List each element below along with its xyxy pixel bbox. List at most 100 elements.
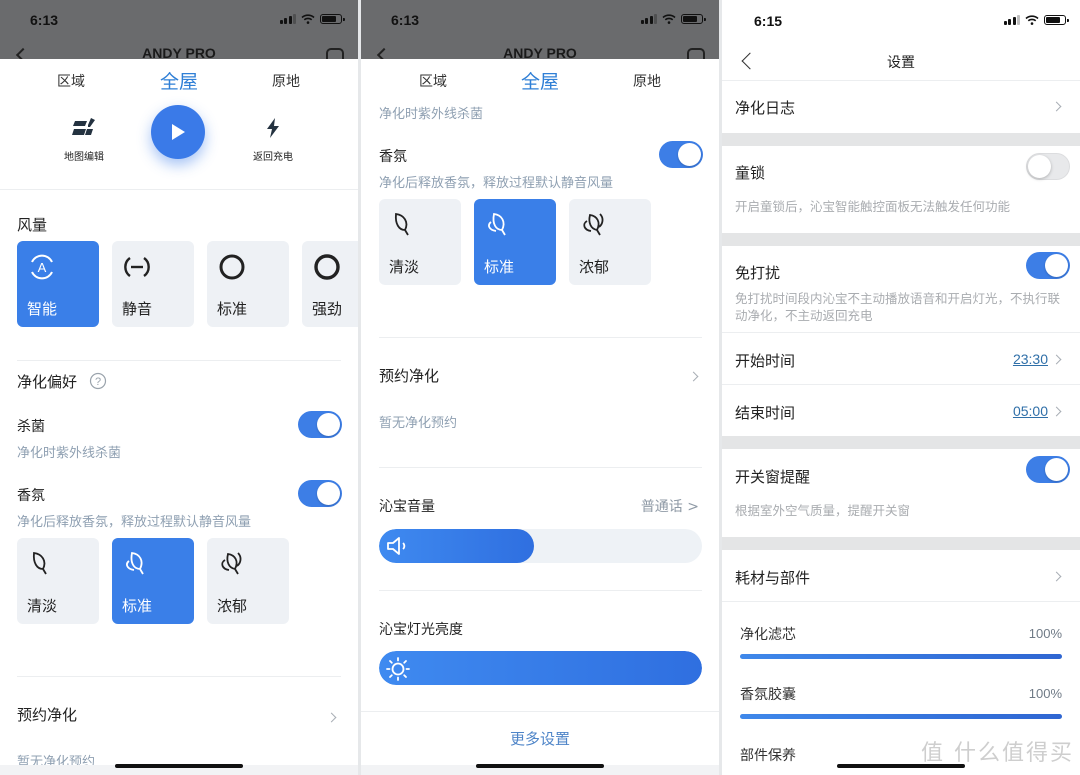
fragrance-level-standard[interactable]: 标准 (112, 538, 194, 624)
divider (722, 601, 1080, 602)
status-icons (640, 14, 706, 24)
maintenance-name: 部件保养 (740, 748, 796, 764)
svg-text:A: A (38, 260, 47, 275)
fragrance-levels: 清淡 标准 浓郁 (17, 538, 289, 624)
speaker-icon (387, 537, 406, 555)
divider (17, 360, 341, 361)
window-reminder-title: 开关窗提醒 (735, 468, 811, 486)
fragrance-title: 香氛 (379, 149, 407, 165)
wifi-icon (662, 14, 676, 24)
tab-in-place[interactable]: 原地 (272, 71, 300, 91)
map-edit-button[interactable]: 地图编辑 (49, 117, 119, 164)
recharge-button[interactable]: 返回充电 (238, 117, 308, 164)
tab-zone[interactable]: 区域 (419, 71, 447, 91)
tab-zone[interactable]: 区域 (57, 71, 85, 91)
chevron-right-icon (326, 712, 337, 723)
schedule-row[interactable]: 预约净化 (17, 704, 77, 725)
silent-icon (124, 257, 150, 277)
leaf-light-icon (32, 551, 47, 575)
divider (722, 80, 1080, 81)
fan-option-label: 强劲 (312, 300, 343, 318)
start-time-value[interactable]: 23:30 (1013, 351, 1048, 367)
wifi-icon (301, 14, 315, 24)
fragrance-toggle[interactable] (298, 480, 342, 507)
section-gap (722, 537, 1080, 550)
brightness-slider-fill (379, 651, 702, 685)
panel-settings: 6:15 设置 净化日志 童锁 开启童锁后，沁宝智能触控面板无法触发任何功能 免… (722, 0, 1080, 775)
chevron-right-icon (1051, 406, 1062, 417)
dnd-toggle[interactable] (1026, 252, 1070, 279)
leaf-rich-icon (583, 213, 604, 236)
fragrance-level-label: 标准 (484, 258, 515, 276)
divider (379, 590, 702, 591)
start-time-title: 开始时间 (735, 352, 796, 370)
chevron-right-icon (1051, 571, 1062, 582)
more-settings-link[interactable]: 更多设置 (361, 728, 719, 749)
svg-text:?: ? (95, 376, 101, 388)
auto-icon: A (31, 254, 53, 280)
home-indicator[interactable] (115, 764, 243, 768)
fragrance-level-label: 标准 (122, 597, 153, 615)
fragrance-level-light[interactable]: 清淡 (379, 199, 461, 285)
capsule-progress (740, 714, 1062, 719)
fragrance-level-rich[interactable]: 浓郁 (207, 538, 289, 624)
chevron-right-icon (1051, 354, 1062, 365)
fan-option-label: 静音 (122, 300, 153, 318)
child-lock-toggle[interactable] (1026, 153, 1070, 180)
fan-option-label: 智能 (27, 300, 58, 318)
window-reminder-subtitle: 根据室外空气质量，提醒开关窗 (735, 503, 911, 518)
fragrance-level-rich[interactable]: 浓郁 (569, 199, 651, 285)
fragrance-toggle[interactable] (659, 141, 703, 168)
status-icons (1003, 15, 1069, 25)
window-reminder-toggle[interactable] (1026, 456, 1070, 483)
brightness-title: 沁宝灯光亮度 (379, 622, 463, 638)
fan-standard-icon (219, 254, 245, 280)
voice-selector[interactable]: 普通话 > (641, 496, 699, 516)
consumables-row[interactable]: 耗材与部件 (735, 567, 810, 588)
divider (361, 711, 719, 712)
tab-in-place[interactable]: 原地 (633, 71, 661, 91)
divider (17, 676, 341, 677)
control-sheet: 区域 全屋 原地 地图编辑 返回充电 风量 A 智能 静音 标准 强劲 净化偏好… (0, 59, 358, 775)
capsule-percent: 100% (1028, 686, 1062, 701)
schedule-row[interactable]: 预约净化 (379, 365, 439, 386)
page-title: 设置 (887, 55, 915, 71)
home-indicator[interactable] (837, 764, 965, 768)
end-time-value[interactable]: 05:00 (1013, 403, 1048, 419)
sterilize-toggle[interactable] (298, 411, 342, 438)
purify-log-row[interactable]: 净化日志 (735, 97, 795, 118)
volume-slider[interactable] (379, 529, 702, 563)
child-lock-subtitle: 开启童锁后，沁宝智能触控面板无法触发任何功能 (735, 199, 1011, 214)
capsule-name: 香氛胶囊 (740, 687, 796, 703)
filter-progress (740, 654, 1062, 659)
home-indicator[interactable] (476, 764, 604, 768)
action-row: 地图编辑 返回充电 (0, 103, 358, 189)
chevron-right-icon (688, 371, 699, 382)
status-time: 6:13 (30, 12, 59, 28)
fragrance-subtitle: 净化后释放香氛，释放过程默认静音风量 (379, 176, 614, 191)
divider (722, 384, 1080, 385)
fan-option-auto[interactable]: A 智能 (17, 241, 99, 327)
fragrance-level-light[interactable]: 清淡 (17, 538, 99, 624)
fan-option-standard[interactable]: 标准 (207, 241, 289, 327)
fragrance-level-standard[interactable]: 标准 (474, 199, 556, 285)
start-button[interactable] (151, 105, 205, 159)
tab-whole-house[interactable]: 全屋 (160, 67, 198, 94)
tab-whole-house[interactable]: 全屋 (521, 67, 559, 94)
panel-purify-mode: 6:13 ANDY PRO 区域 全屋 原地 地图编辑 返回充电 风量 A 智能… (0, 0, 358, 775)
brightness-slider[interactable] (379, 651, 702, 685)
map-edit-icon (72, 118, 95, 135)
fragrance-levels: 清淡 标准 浓郁 (379, 199, 651, 285)
divider (722, 332, 1080, 333)
status-time: 6:15 (754, 13, 783, 29)
leaf-standard-icon (488, 213, 506, 236)
divider (379, 337, 702, 338)
fan-option-strong[interactable]: 强劲 (302, 241, 358, 327)
chevron-right-icon (1051, 101, 1062, 112)
mode-tabs: 区域 全屋 原地 (361, 59, 719, 103)
fan-option-silent[interactable]: 静音 (112, 241, 194, 327)
signal-icon (279, 14, 296, 24)
help-icon[interactable]: ? (89, 372, 107, 390)
schedule-empty: 暂无净化预约 (379, 416, 458, 431)
fan-option-label: 标准 (217, 300, 248, 318)
